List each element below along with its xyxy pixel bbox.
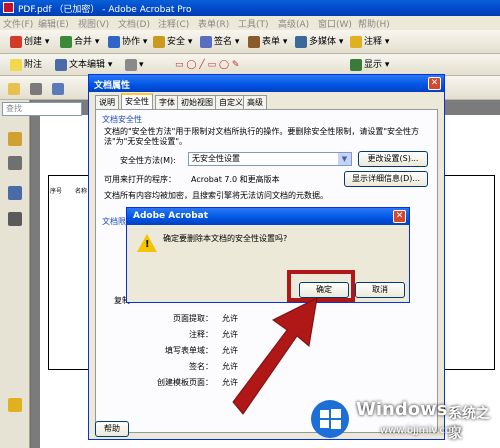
menu-edit[interactable]: 编辑(E): [38, 17, 69, 30]
text-edit-icon: [55, 58, 67, 71]
security-method-label: 安全性方法(M):: [120, 156, 176, 165]
window-titlebar: PDF.pdf （已加密） - Adobe Acrobat Pro: [0, 0, 500, 16]
can-open-value: Acrobat 7.0 和更高版本: [191, 175, 280, 184]
show-icon: [350, 58, 362, 71]
tab-initial-view[interactable]: 初始视图: [177, 95, 217, 109]
comment-icon: [350, 35, 362, 48]
menu-bar: 文件(F) 编辑(E) 视图(V) 文档(D) 注释(C) 表单(R) 工具(T…: [0, 16, 500, 30]
print-icon: [30, 82, 42, 95]
menu-tools[interactable]: 工具(T): [238, 17, 269, 30]
chevron-down-icon: ▼: [338, 153, 351, 165]
restriction-label: 填写表单域：: [165, 346, 213, 355]
pages-icon[interactable]: [8, 156, 22, 170]
save-button[interactable]: [52, 81, 66, 97]
stamp-button[interactable]: ▾: [125, 57, 144, 73]
comments-icon[interactable]: [8, 398, 22, 412]
properties-title: 文档属性: [94, 81, 131, 91]
combine-button[interactable]: 合并 ▾: [60, 34, 99, 50]
tab-advanced[interactable]: 高级: [243, 95, 267, 109]
comment-button[interactable]: 注释 ▾: [350, 34, 389, 50]
lock-icon[interactable]: [8, 132, 22, 146]
comment-toolbar: 附注 文本编辑 ▾ ▾ ▭ ◯ ╱ ▭ ◯ ✎ 显示 ▾: [0, 54, 500, 76]
watermark-name: 系统之家: [448, 406, 490, 442]
alert-message: 确定要删除本文档的安全性设置吗?: [163, 234, 288, 243]
security-method-select[interactable]: 无安全性设置 ▼: [188, 152, 352, 166]
restriction-label: 签名：: [189, 362, 213, 371]
properties-titlebar: 文档属性 ✕: [89, 75, 444, 92]
search-input[interactable]: 查找: [2, 102, 82, 116]
watermark: Windows 系统之家 www.bjjmlv.com: [310, 395, 500, 448]
sticky-note-icon: [10, 58, 22, 71]
sticky-note-button[interactable]: 附注: [10, 57, 42, 73]
change-settings-button[interactable]: 更改设置(S)...: [358, 151, 428, 167]
confirm-alert-dialog: Adobe Acrobat ✕ ! 确定要删除本文档的安全性设置吗? 确定 取消: [126, 207, 410, 303]
layers-icon[interactable]: [8, 212, 22, 226]
open-button[interactable]: [8, 81, 22, 97]
collaborate-icon: [108, 35, 120, 48]
menu-document[interactable]: 文档(D): [118, 17, 150, 30]
cancel-button[interactable]: 取消: [355, 282, 405, 298]
page-table-right: [440, 175, 495, 370]
group-title-document-security: 文档安全性: [102, 115, 142, 124]
acrobat-app-icon: [3, 2, 14, 13]
show-details-button[interactable]: 显示详细信息(D)...: [344, 171, 428, 187]
restriction-label: 注释：: [189, 330, 213, 339]
page-table-col-1: 序号: [50, 188, 63, 195]
tab-fonts[interactable]: 字体: [155, 95, 179, 109]
restriction-label: 页面提取：: [173, 314, 213, 323]
shape-tools[interactable]: ▭ ◯ ╱ ▭ ◯ ✎: [175, 57, 239, 73]
watermark-brand: Windows: [356, 399, 448, 420]
close-icon[interactable]: ✕: [428, 77, 441, 90]
menu-forms[interactable]: 表单(R): [198, 17, 229, 30]
save-icon: [52, 82, 64, 95]
watermark-url: www.bjjmlv.com: [380, 425, 461, 436]
can-open-label: 可用来打开的程序：: [104, 175, 176, 184]
window-title: PDF.pdf （已加密） - Adobe Acrobat Pro: [18, 5, 192, 15]
sign-button[interactable]: 签名 ▾: [200, 34, 239, 50]
show-button[interactable]: 显示 ▾: [350, 57, 389, 73]
pen-icon: [200, 35, 212, 48]
combine-icon: [60, 35, 72, 48]
collaborate-button[interactable]: 协作 ▾: [108, 34, 147, 50]
forms-button[interactable]: 表单 ▾: [248, 34, 287, 50]
multimedia-icon: [295, 35, 307, 48]
alert-title: Adobe Acrobat: [133, 211, 209, 221]
menu-view[interactable]: 视图(V): [78, 17, 109, 30]
close-icon[interactable]: ✕: [393, 210, 406, 223]
menu-file[interactable]: 文件(F): [3, 17, 33, 30]
menu-comment[interactable]: 注释(C): [158, 17, 189, 30]
multimedia-button[interactable]: 多媒体 ▾: [295, 34, 343, 50]
form-icon: [248, 35, 260, 48]
tab-security[interactable]: 安全性: [121, 93, 153, 110]
folder-icon: [8, 82, 20, 95]
text-edit-button[interactable]: 文本编辑 ▾: [55, 57, 112, 73]
navigation-panel: [0, 100, 30, 448]
security-button[interactable]: 安全 ▾: [153, 34, 192, 50]
restriction-label: 创建模板页面：: [157, 378, 213, 387]
print-button[interactable]: [30, 81, 44, 97]
stamp-icon: [125, 58, 137, 71]
tab-description[interactable]: 说明: [95, 95, 119, 109]
metadata-note: 文档所有内容均被加密，且搜索引擎将无法访问文档的元数据。: [104, 191, 328, 200]
page-table-col-2: 名称: [75, 188, 88, 195]
menu-window[interactable]: 窗口(W): [318, 17, 352, 30]
attachments-icon[interactable]: [8, 186, 22, 200]
create-button[interactable]: 创建 ▾: [10, 34, 49, 50]
menu-help[interactable]: 帮助(H): [358, 17, 390, 30]
help-button[interactable]: 帮助: [95, 421, 129, 437]
warning-icon-mark: !: [145, 239, 150, 250]
create-icon: [10, 35, 22, 48]
task-toolbar: 创建 ▾ 合并 ▾ 协作 ▾ 安全 ▾ 签名 ▾ 表单 ▾ 多媒体 ▾ 注释 ▾: [0, 30, 500, 54]
lock-icon: [153, 35, 165, 48]
windows-logo-icon: [311, 400, 349, 438]
menu-advanced[interactable]: 高级(A): [278, 17, 309, 30]
alert-titlebar: Adobe Acrobat ✕: [127, 208, 409, 225]
security-description: 文档的"安全性方法"用于限制对文档所执行的操作。要删除安全性限制，请设置"安全性…: [104, 127, 420, 146]
